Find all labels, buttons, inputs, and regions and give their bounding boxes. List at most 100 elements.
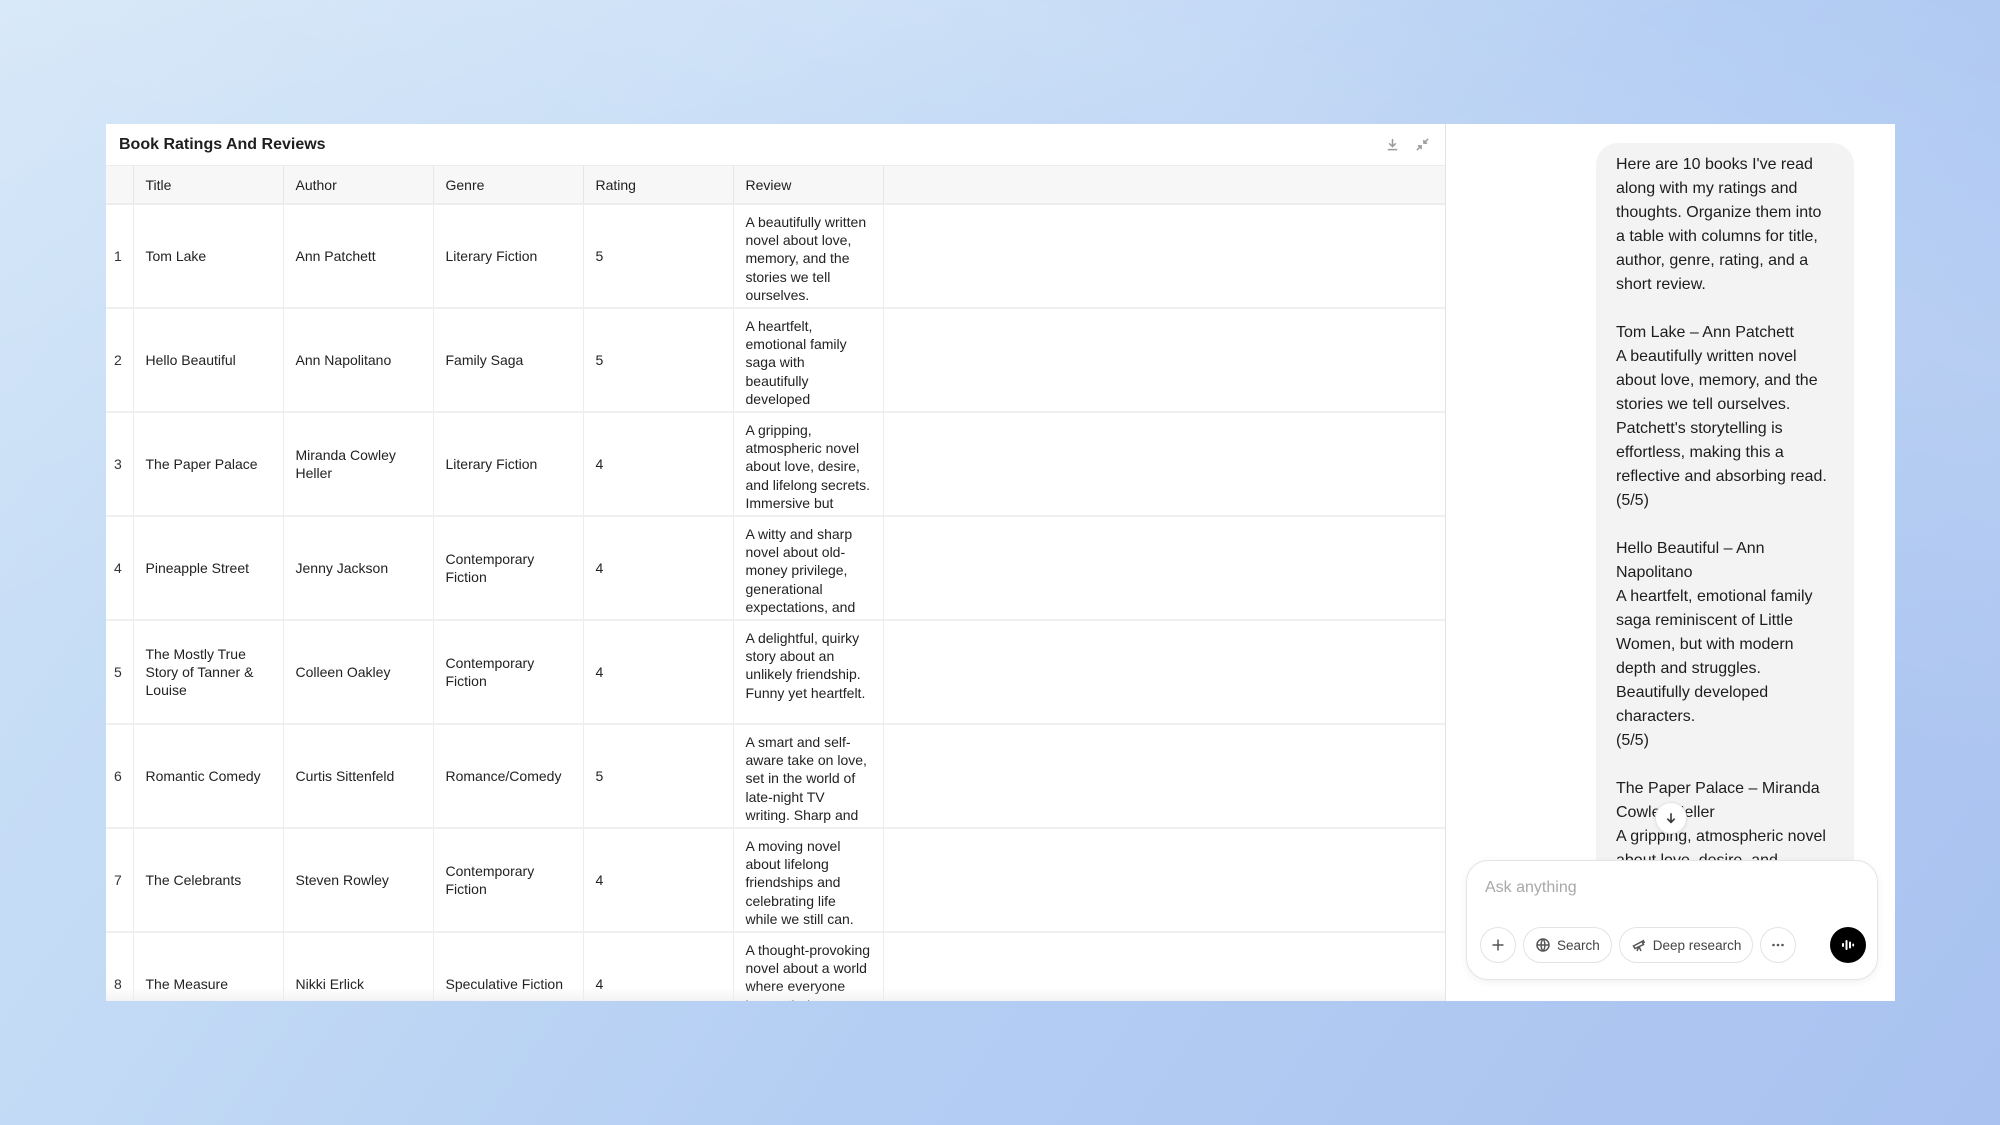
cell-genre[interactable]: Speculative Fiction (433, 932, 584, 1001)
collapse-icon (1415, 138, 1429, 151)
plus-icon (1492, 939, 1504, 951)
books-table: Title Author Genre Rating Review 1 Tom L… (106, 166, 1445, 1001)
globe-icon (1536, 938, 1550, 952)
cell-review[interactable]: A gripping, atmospheric novel about love… (733, 412, 884, 517)
app-window: Book Ratings And Reviews Title Author Ge… (106, 124, 1895, 1001)
panel-header: Book Ratings And Reviews (106, 124, 1445, 166)
cell-title[interactable]: The Paper Palace (133, 412, 284, 517)
cell-title[interactable]: Hello Beautiful (133, 308, 284, 413)
cell-rating[interactable]: 5 (583, 724, 734, 829)
cell-empty (883, 412, 1445, 517)
review-text: A gripping, atmospheric novel about love… (745, 422, 871, 515)
cell-empty (883, 308, 1445, 413)
cell-author[interactable]: Ann Patchett (283, 204, 434, 309)
cell-genre[interactable]: Family Saga (433, 308, 584, 413)
collapse-button[interactable] (1413, 136, 1431, 154)
row-index: 4 (106, 516, 134, 621)
cell-review[interactable]: A beautifully written novel about love, … (733, 204, 884, 309)
cell-author[interactable]: Curtis Sittenfeld (283, 724, 434, 829)
table-row: 6 Romantic Comedy Curtis Sittenfeld Roma… (106, 724, 1445, 829)
row-index: 2 (106, 308, 134, 413)
row-index: 7 (106, 828, 134, 933)
table-panel: Book Ratings And Reviews Title Author Ge… (106, 124, 1446, 1001)
cell-title[interactable]: Tom Lake (133, 204, 284, 309)
message-input[interactable] (1485, 875, 1855, 901)
composer-tools: Search Deep research (1480, 927, 1797, 963)
cell-author[interactable]: Jenny Jackson (283, 516, 434, 621)
data-grid: Title Author Genre Rating Review 1 Tom L… (106, 166, 1445, 1001)
table-row: 8 The Measure Nikki Erlick Speculative F… (106, 932, 1445, 1001)
review-text: A delightful, quirky story about an unli… (745, 630, 866, 701)
cell-genre[interactable]: Contemporary Fiction (433, 516, 584, 621)
table-row: 4 Pineapple Street Jenny Jackson Contemp… (106, 516, 1445, 621)
cell-genre[interactable]: Contemporary Fiction (433, 828, 584, 933)
review-text: A witty and sharp novel about old-money … (745, 526, 856, 619)
cell-review[interactable]: A delightful, quirky story about an unli… (733, 620, 884, 725)
column-header-empty (883, 166, 1445, 205)
cell-rating[interactable]: 5 (583, 308, 734, 413)
chat-panel: Here are 10 books I've read along with m… (1446, 124, 1895, 1001)
column-header-review[interactable]: Review (733, 166, 884, 205)
voice-mode-icon (1842, 940, 1855, 950)
cell-empty (883, 932, 1445, 1001)
message-composer: Search Deep research (1466, 860, 1878, 980)
table-row: 5 The Mostly True Story of Tanner & Loui… (106, 620, 1445, 725)
review-text: A smart and self-aware take on love, set… (745, 734, 867, 827)
cell-empty (883, 828, 1445, 933)
cell-review[interactable]: A thought-provoking novel about a world … (733, 932, 884, 1001)
cell-title[interactable]: The Mostly True Story of Tanner & Louise (133, 620, 284, 725)
user-message-bubble: Here are 10 books I've read along with m… (1596, 143, 1854, 873)
cell-rating[interactable]: 4 (583, 828, 734, 933)
column-header-index (106, 166, 134, 205)
cell-title[interactable]: Pineapple Street (133, 516, 284, 621)
panel-title: Book Ratings And Reviews (119, 135, 326, 153)
cell-rating[interactable]: 4 (583, 620, 734, 725)
cell-rating[interactable]: 5 (583, 204, 734, 309)
column-header-author[interactable]: Author (283, 166, 434, 205)
cell-empty (883, 620, 1445, 725)
cell-title[interactable]: The Measure (133, 932, 284, 1001)
cell-author[interactable]: Colleen Oakley (283, 620, 434, 725)
cell-author[interactable]: Miranda Cowley Heller (283, 412, 434, 517)
cell-review[interactable]: A moving novel about lifelong friendship… (733, 828, 884, 933)
download-button[interactable] (1383, 136, 1401, 154)
cell-author[interactable]: Steven Rowley (283, 828, 434, 933)
row-index: 5 (106, 620, 134, 725)
cell-title[interactable]: The Celebrants (133, 828, 284, 933)
header-actions (1383, 136, 1431, 154)
voice-mode-button[interactable] (1830, 927, 1866, 963)
cell-title[interactable]: Romantic Comedy (133, 724, 284, 829)
review-text: A heartfelt, emotional family saga with … (745, 318, 847, 411)
cell-genre[interactable]: Romance/Comedy (433, 724, 584, 829)
row-index: 3 (106, 412, 134, 517)
cell-empty (883, 204, 1445, 309)
review-text: A thought-provoking novel about a world … (745, 942, 871, 1001)
column-header-title[interactable]: Title (133, 166, 284, 205)
attach-button[interactable] (1480, 927, 1516, 963)
search-button[interactable]: Search (1523, 927, 1612, 963)
cell-review[interactable]: A smart and self-aware take on love, set… (733, 724, 884, 829)
cell-author[interactable]: Ann Napolitano (283, 308, 434, 413)
column-header-rating[interactable]: Rating (583, 166, 734, 205)
cell-genre[interactable]: Literary Fiction (433, 412, 584, 517)
row-index: 6 (106, 724, 134, 829)
cell-genre[interactable]: Contemporary Fiction (433, 620, 584, 725)
cell-genre[interactable]: Literary Fiction (433, 204, 584, 309)
search-button-label: Search (1557, 937, 1600, 953)
deep-research-label: Deep research (1652, 937, 1742, 953)
cell-author[interactable]: Nikki Erlick (283, 932, 434, 1001)
header-row: Title Author Genre Rating Review (106, 166, 1445, 205)
telescope-icon (1632, 939, 1645, 952)
cell-empty (883, 724, 1445, 829)
more-options-button[interactable] (1760, 927, 1797, 963)
cell-rating[interactable]: 4 (583, 932, 734, 1001)
cell-rating[interactable]: 4 (583, 412, 734, 517)
download-icon (1387, 138, 1397, 151)
scroll-to-bottom-button[interactable] (1655, 802, 1687, 834)
column-header-genre[interactable]: Genre (433, 166, 584, 205)
cell-review[interactable]: A witty and sharp novel about old-money … (733, 516, 884, 621)
cell-rating[interactable]: 4 (583, 516, 734, 621)
cell-review[interactable]: A heartfelt, emotional family saga with … (733, 308, 884, 413)
deep-research-button[interactable]: Deep research (1618, 927, 1754, 963)
table-row: 2 Hello Beautiful Ann Napolitano Family … (106, 308, 1445, 413)
